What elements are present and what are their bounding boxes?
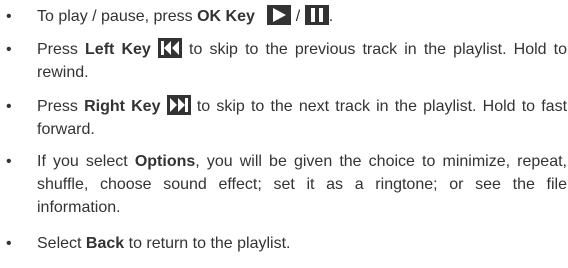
item-separator: / xyxy=(295,8,301,25)
item-text-pre: Press xyxy=(37,98,85,115)
option-name-back: Back xyxy=(85,235,125,252)
item-text-post: . xyxy=(328,8,334,25)
bullet: • xyxy=(6,98,12,115)
option-name-options: Options xyxy=(134,153,196,170)
item-text-post: to return to the playlist. xyxy=(124,235,291,252)
bullet: • xyxy=(6,153,12,170)
next-track-icon xyxy=(166,95,191,115)
list-item-text: Press Right Key to skip to the next trac… xyxy=(37,95,567,141)
list-item-text: Select Back to return to the playlist. xyxy=(37,232,567,255)
item-text-pre: Select xyxy=(37,235,86,252)
list-item-text: Press Left Key to skip to the previous t… xyxy=(37,38,567,84)
key-name-left: Left Key xyxy=(85,41,151,58)
list-item-text: To play / pause, press OK Key / . xyxy=(37,5,567,28)
bullet: • xyxy=(6,41,12,58)
key-name-right: Right Key xyxy=(84,98,161,115)
item-text-pre: Press xyxy=(37,41,86,58)
item-text-pre: If you select xyxy=(37,153,135,170)
list-item-text: If you select Options, you will be given… xyxy=(37,150,567,219)
play-icon xyxy=(267,5,292,25)
key-name-ok: OK Key xyxy=(197,8,255,25)
pause-icon xyxy=(304,5,329,25)
item-text-pre: To play / pause, press xyxy=(37,8,198,25)
previous-track-icon xyxy=(157,38,182,58)
bullet: • xyxy=(6,8,12,25)
bullet: • xyxy=(6,235,12,252)
